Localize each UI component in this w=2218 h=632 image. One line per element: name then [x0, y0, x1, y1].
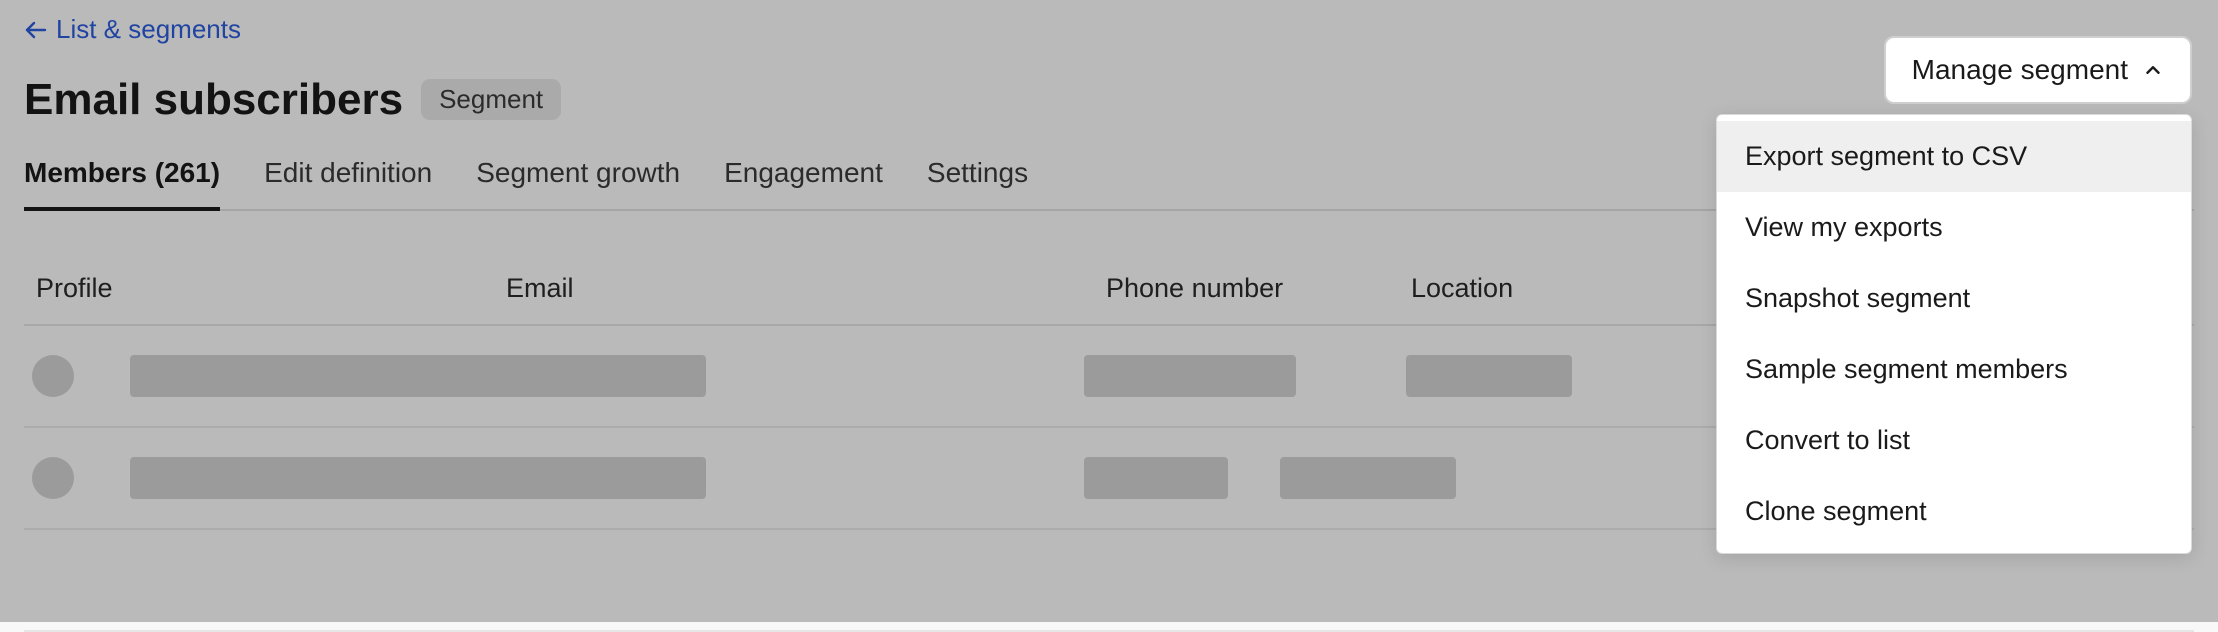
dropdown-item-export-csv[interactable]: Export segment to CSV — [1717, 121, 2191, 192]
segment-badge: Segment — [421, 79, 561, 120]
tab-settings[interactable]: Settings — [927, 157, 1028, 211]
chevron-up-icon — [2142, 59, 2164, 81]
column-phone: Phone number — [1106, 273, 1411, 304]
skeleton-avatar — [32, 355, 74, 397]
manage-segment-dropdown: Export segment to CSV View my exports Sn… — [1716, 114, 2192, 554]
dropdown-item-convert-to-list[interactable]: Convert to list — [1717, 405, 2191, 476]
skeleton-text — [1084, 355, 1296, 397]
column-email: Email — [506, 273, 1106, 304]
tab-engagement[interactable]: Engagement — [724, 157, 883, 211]
page-title: Email subscribers — [24, 75, 403, 125]
tab-members[interactable]: Members (261) — [24, 157, 220, 211]
skeleton-text — [1406, 355, 1572, 397]
dropdown-item-sample-members[interactable]: Sample segment members — [1717, 334, 2191, 405]
tab-edit-definition[interactable]: Edit definition — [264, 157, 432, 211]
manage-segment-label: Manage segment — [1912, 54, 2128, 86]
skeleton-text — [1280, 457, 1456, 499]
breadcrumb-label: List & segments — [56, 14, 241, 45]
arrow-left-icon — [24, 18, 48, 42]
breadcrumb-back[interactable]: List & segments — [24, 14, 241, 45]
dropdown-item-view-exports[interactable]: View my exports — [1717, 192, 2191, 263]
skeleton-text — [130, 457, 706, 499]
skeleton-text — [130, 355, 706, 397]
dropdown-item-clone-segment[interactable]: Clone segment — [1717, 476, 2191, 547]
manage-segment-button[interactable]: Manage segment — [1884, 36, 2192, 104]
dropdown-item-snapshot-segment[interactable]: Snapshot segment — [1717, 263, 2191, 334]
skeleton-text — [1084, 457, 1228, 499]
skeleton-avatar — [32, 457, 74, 499]
column-profile: Profile — [28, 273, 506, 304]
tab-segment-growth[interactable]: Segment growth — [476, 157, 680, 211]
